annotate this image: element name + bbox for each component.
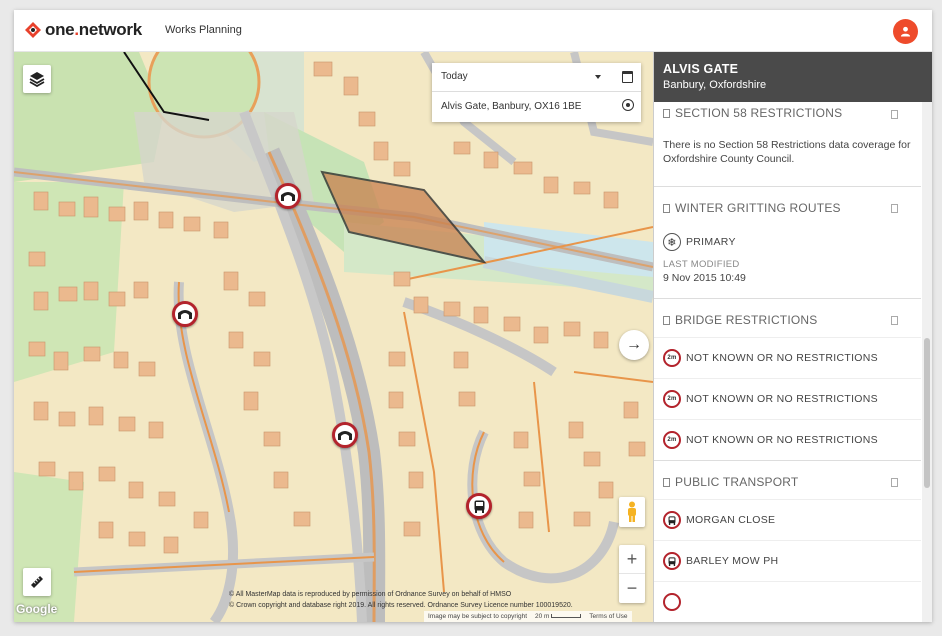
- bus-icon: [663, 552, 681, 570]
- bridge-icon: [281, 192, 295, 201]
- section-checkbox[interactable]: [891, 204, 898, 213]
- google-logo: Google: [16, 602, 58, 616]
- list-item[interactable]: 2m NOT KNOWN OR NO RESTRICTIONS: [654, 378, 921, 419]
- user-icon: [900, 26, 911, 37]
- logo-mark-icon: [25, 22, 41, 38]
- app-name: Works Planning: [165, 24, 242, 36]
- zoom-in-button[interactable]: +: [619, 545, 645, 574]
- section-toggle-icon: [663, 478, 670, 487]
- height-limit-icon: 2m: [663, 390, 681, 408]
- gritting-details: ❄ PRIMARY LAST MODIFIED 9 Nov 2015 10:49: [654, 225, 921, 298]
- section-checkbox[interactable]: [891, 110, 898, 119]
- section-winter-gritting: WINTER GRITTING ROUTES ❄ PRIMARY LAST MO…: [654, 187, 921, 299]
- section-checkbox[interactable]: [891, 478, 898, 487]
- bridge-icon: [178, 310, 192, 319]
- bus-stop-marker[interactable]: [466, 493, 492, 519]
- terms-link[interactable]: Terms of Use: [589, 613, 627, 620]
- panel-body: SECTION 58 RESTRICTIONS There is no Sect…: [654, 102, 921, 622]
- bridge-marker[interactable]: [172, 301, 198, 327]
- user-account-button[interactable]: [893, 19, 918, 44]
- list-item[interactable]: [654, 581, 921, 622]
- section-58-message: There is no Section 58 Restrictions data…: [663, 139, 911, 165]
- section-header[interactable]: PUBLIC TRANSPORT: [654, 461, 921, 499]
- date-select[interactable]: Today: [432, 63, 641, 92]
- bus-icon: [663, 511, 681, 529]
- scrollbar-thumb[interactable]: [924, 338, 930, 488]
- panel-header: ALVIS GATE Banbury, Oxfordshire: [654, 52, 932, 102]
- bridge-icon: [338, 431, 352, 440]
- measure-button[interactable]: [23, 568, 51, 596]
- brand-name: one.network: [45, 20, 142, 39]
- panel-scrollbar[interactable]: [922, 102, 932, 622]
- chevron-down-icon: [595, 75, 601, 79]
- height-limit-icon: 2m: [663, 349, 681, 367]
- ruler-icon: [31, 576, 43, 588]
- list-item[interactable]: MORGAN CLOSE: [654, 499, 921, 540]
- date-select-value: Today: [441, 71, 468, 82]
- arrow-right-icon: →: [626, 336, 642, 353]
- expand-panel-button[interactable]: →: [619, 330, 649, 360]
- map-canvas: [14, 52, 653, 622]
- bus-icon: [474, 500, 484, 513]
- street-view-button[interactable]: [619, 497, 645, 527]
- map-scale: 20 m: [535, 613, 582, 620]
- my-location-icon[interactable]: [622, 99, 634, 111]
- layers-icon: [29, 72, 45, 87]
- copyright-notice: Image may be subject to copyright: [428, 613, 527, 620]
- top-bar: one.network Works Planning: [14, 10, 932, 52]
- last-modified-label: LAST MODIFIED: [663, 259, 740, 270]
- section-header[interactable]: WINTER GRITTING ROUTES: [654, 187, 921, 225]
- snowflake-icon: ❄: [663, 233, 681, 251]
- bridge-marker[interactable]: [275, 183, 301, 209]
- section-toggle-icon: [663, 204, 670, 213]
- gritting-route: ❄ PRIMARY: [663, 233, 912, 251]
- list-item[interactable]: 2m NOT KNOWN OR NO RESTRICTIONS: [654, 337, 921, 378]
- layers-button[interactable]: [23, 65, 51, 93]
- section-header[interactable]: SECTION 58 RESTRICTIONS: [654, 102, 921, 132]
- list-item[interactable]: 2m NOT KNOWN OR NO RESTRICTIONS: [654, 419, 921, 460]
- pegman-icon: [628, 501, 636, 522]
- address-search-input[interactable]: [441, 101, 606, 112]
- last-modified-value: 9 Nov 2015 10:49: [663, 272, 746, 284]
- section-header[interactable]: BRIDGE RESTRICTIONS: [654, 299, 921, 337]
- section-public-transport: PUBLIC TRANSPORT MORGAN CLOSE BARLEY MOW…: [654, 461, 921, 622]
- list-item[interactable]: BARLEY MOW PH: [654, 540, 921, 581]
- section-58-restrictions: SECTION 58 RESTRICTIONS There is no Sect…: [654, 102, 921, 187]
- height-limit-icon: 2m: [663, 431, 681, 449]
- map-view[interactable]: Today → + −: [14, 52, 653, 622]
- bridge-marker[interactable]: [332, 422, 358, 448]
- location-search-card: Today: [432, 63, 641, 122]
- section-toggle-icon: [663, 109, 670, 118]
- section-bridge-restrictions: BRIDGE RESTRICTIONS 2m NOT KNOWN OR NO R…: [654, 299, 921, 461]
- section-checkbox[interactable]: [891, 316, 898, 325]
- zoom-control: + −: [619, 545, 645, 603]
- street-location: Banbury, Oxfordshire: [663, 79, 767, 91]
- bus-icon: [663, 593, 681, 611]
- section-toggle-icon: [663, 316, 670, 325]
- brand-logo[interactable]: one.network: [24, 20, 142, 40]
- map-attribution: © All MasterMap data is reproduced by pe…: [229, 591, 573, 609]
- app-window: one.network Works Planning Today Alvis G…: [14, 10, 932, 622]
- zoom-out-button[interactable]: −: [619, 574, 645, 603]
- street-name: ALVIS GATE: [663, 62, 739, 76]
- details-panel: ALVIS GATE Banbury, Oxfordshire SECTION …: [653, 52, 932, 622]
- map-footer: Image may be subject to copyright 20 m T…: [424, 611, 632, 622]
- calendar-icon[interactable]: [622, 71, 633, 83]
